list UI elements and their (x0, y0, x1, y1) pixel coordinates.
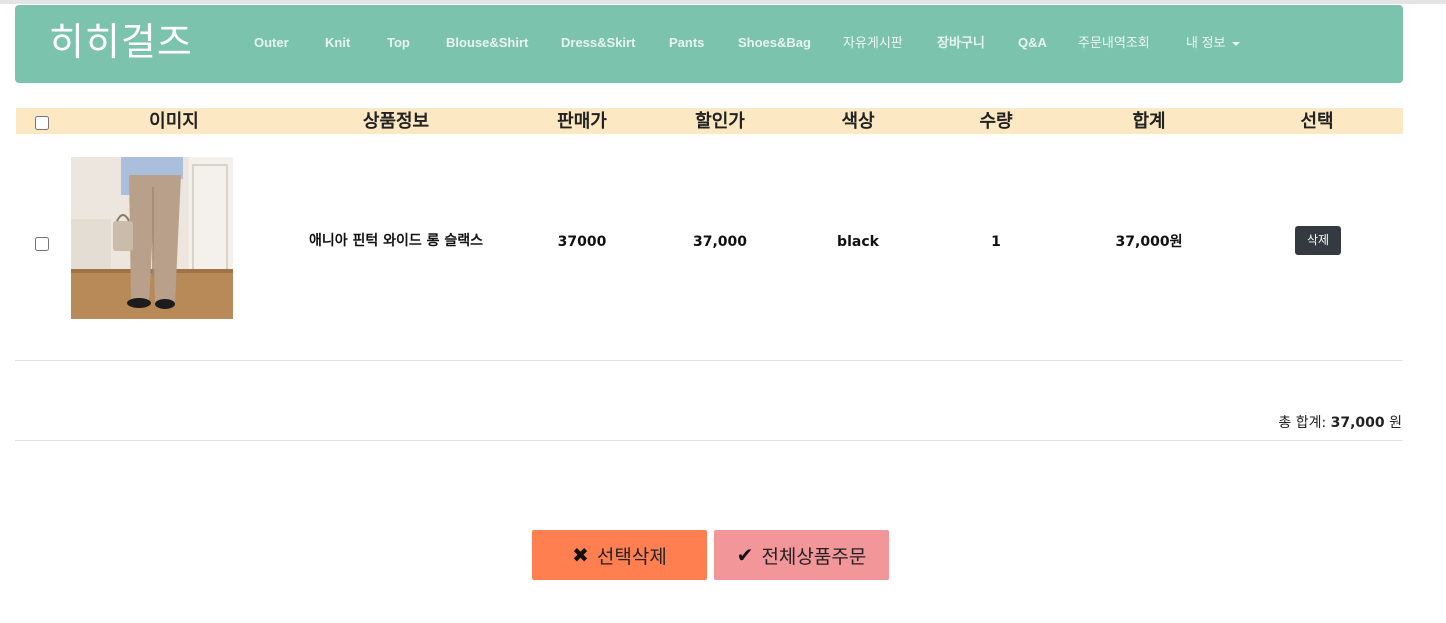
product-discount-price: 37,000 (692, 234, 748, 250)
row-divider (15, 360, 1403, 361)
nav-item-knit[interactable]: Knit (325, 35, 350, 51)
header-color: 색상 (841, 111, 875, 132)
order-all-label: 전체상품주문 (761, 545, 867, 568)
nav-item-outer[interactable]: Outer (254, 35, 289, 51)
order-all-button[interactable]: ✔ 전체상품주문 (714, 530, 889, 580)
nav-item-dress-skirt[interactable]: Dress&Skirt (561, 35, 635, 51)
brand-logo[interactable]: 히히걸즈 (49, 19, 193, 65)
product-quantity: 1 (991, 234, 1001, 250)
header-image: 이미지 (149, 111, 199, 132)
nav-item-shoes-bag[interactable]: Shoes&Bag (738, 35, 811, 51)
nav-item-cart[interactable]: 장바구니 (937, 35, 985, 51)
header-product-info: 상품정보 (362, 111, 430, 132)
header-select: 선택 (1300, 111, 1334, 132)
nav-item-free-board[interactable]: 자유게시판 (843, 35, 903, 51)
header-quantity: 수량 (979, 111, 1013, 132)
top-border (0, 0, 1446, 4)
product-name[interactable]: 애니아 핀턱 와이드 롱 슬랙스 (283, 232, 509, 250)
my-info-label: 내 정보 (1186, 35, 1226, 50)
row-delete-button[interactable]: 삭제 (1295, 226, 1341, 255)
total-label: 총 합계: (1278, 415, 1327, 431)
caret-down-icon (1231, 41, 1240, 46)
check-icon: ✔ (736, 543, 754, 567)
delete-selected-label: 선택삭제 (596, 545, 667, 568)
nav-item-blouse-shirt[interactable]: Blouse&Shirt (446, 35, 528, 51)
nav-item-qna[interactable]: Q&A (1018, 35, 1047, 51)
product-color: black (837, 234, 879, 250)
header-subtotal: 합계 (1132, 111, 1166, 132)
total-amount: 37,000 (1330, 415, 1385, 431)
cart-table-header: 이미지 상품정보 판매가 할인가 색상 수량 합계 선택 (16, 108, 1403, 134)
header-price: 판매가 (557, 111, 607, 132)
total-unit: 원 (1389, 415, 1402, 431)
product-image[interactable] (71, 157, 233, 319)
nav-item-top[interactable]: Top (387, 35, 410, 51)
product-photo (71, 157, 233, 319)
nav-item-order-history[interactable]: 주문내역조회 (1078, 35, 1150, 51)
product-subtotal: 37,000원 (1115, 234, 1183, 250)
select-all-checkbox[interactable] (35, 116, 49, 130)
row-checkbox[interactable] (35, 237, 49, 251)
nav-item-my-info[interactable]: 내 정보 (1186, 35, 1240, 51)
cart-total: 총 합계: 37,000 원 (1278, 412, 1402, 432)
nav-item-pants[interactable]: Pants (669, 35, 704, 51)
header-discount-price: 할인가 (695, 111, 745, 132)
total-divider (15, 440, 1403, 441)
navbar: 히히걸즈 Outer Knit Top Blouse&Shirt Dress&S… (15, 5, 1403, 83)
x-mark-icon: ✖ (572, 543, 589, 567)
delete-selected-button[interactable]: ✖ 선택삭제 (532, 530, 707, 580)
product-price: 37000 (557, 234, 607, 250)
